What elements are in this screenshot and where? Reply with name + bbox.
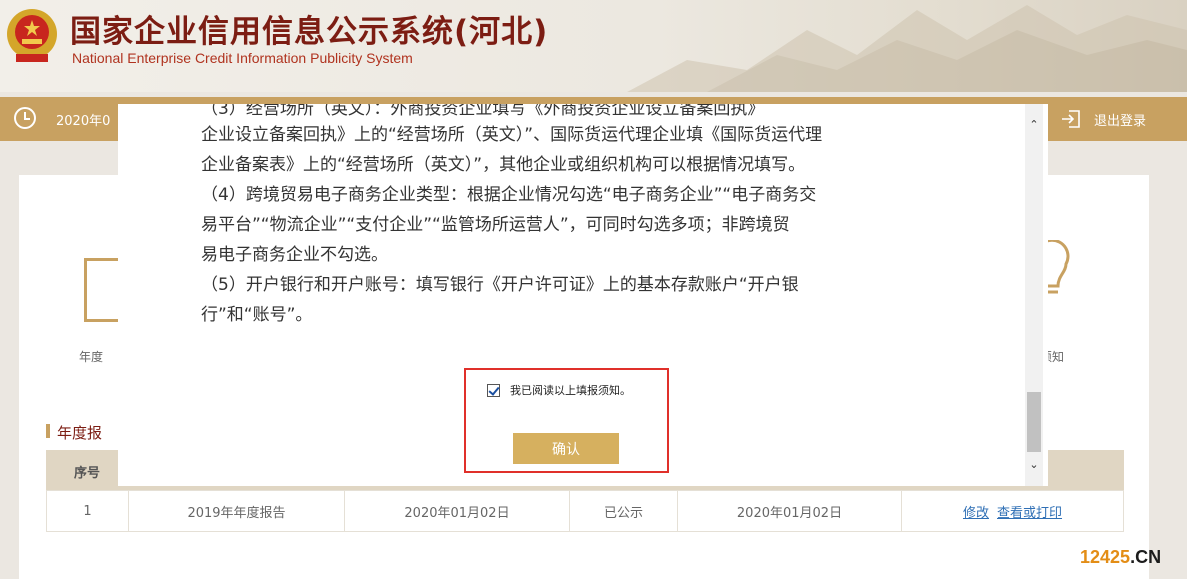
annual-report-card-label: 年度	[79, 350, 104, 364]
logout-icon	[1062, 110, 1080, 128]
cell-report: 2019年年度报告	[129, 491, 345, 531]
site-header: 国家企业信用信息公示系统(河北) National Enterprise Cre…	[0, 0, 1187, 92]
cell-publish-date: 2020年01月02日	[678, 491, 902, 531]
dialog-text-line: 易平台”“物流企业”“支付企业”“监管场所运营人”，可同时勾选多项；非跨境贸	[201, 215, 790, 235]
cell-actions: 修改 查看或打印	[902, 491, 1123, 531]
current-date: 2020年0	[56, 114, 111, 129]
scrollbar-thumb[interactable]	[1027, 392, 1041, 452]
table-row: 1 2019年年度报告 2020年01月02日 已公示 2020年01月02日 …	[46, 490, 1124, 532]
logout-label: 退出登录	[1094, 113, 1147, 129]
section-marker	[46, 424, 50, 438]
cell-submit-date: 2020年01月02日	[345, 491, 570, 531]
scroll-down-chevron-icon[interactable]: ⌄	[1025, 458, 1043, 474]
logout-button[interactable]: 退出登录	[1060, 106, 1146, 132]
dialog-text-line: 行”和“账号”。	[201, 305, 313, 325]
dialog-text-line: 企业备案表》上的“经营场所（英文）”，其他企业或组织机构可以根据情况填写。	[201, 155, 806, 175]
read-confirm-checkbox-row[interactable]: 我已阅读以上填报须知。	[487, 382, 631, 398]
watermark-suffix: .CN	[1130, 547, 1162, 567]
cell-seq: 1	[47, 491, 129, 531]
column-header-seq: 序号	[74, 466, 101, 481]
mountain-banner-image	[627, 5, 1187, 92]
read-confirm-checkbox[interactable]	[487, 383, 500, 397]
national-emblem-icon	[7, 9, 57, 62]
site-title: 国家企业信用信息公示系统(河北)	[70, 14, 549, 50]
dialog-text-line: （5）开户银行和开户账号：填写银行《开户许可证》上的基本存款账户“开户银	[201, 275, 799, 295]
edit-link[interactable]: 修改	[963, 502, 989, 521]
cell-status: 已公示	[570, 491, 678, 531]
section-title: 年度报	[57, 424, 103, 442]
clock-icon	[14, 107, 36, 129]
watermark-number: 12425	[1080, 547, 1131, 567]
dialog-text-line: 企业设立备案回执》上的“经营场所（英文）”、国际货运代理企业填《国际货运代理	[201, 125, 823, 145]
dialog-text-line: （4）跨境贸易电子商务企业类型：根据企业情况勾选“电子商务企业”“电子商务交	[201, 185, 817, 205]
site-subtitle: National Enterprise Credit Information P…	[72, 50, 413, 66]
confirm-button[interactable]: 确认	[513, 433, 619, 464]
scroll-up-chevron-icon[interactable]: ⌃	[1025, 118, 1043, 134]
view-print-link[interactable]: 查看或打印	[997, 502, 1062, 521]
dialog-text-line: 易电子商务企业不勾选。	[201, 245, 388, 265]
dialog-clipped-line: （3）经营场所（英文）：外商投资企业填写《外商投资企业设立备案回执》	[201, 104, 765, 119]
watermark: 12425.CN	[1080, 547, 1161, 568]
dialog-body-text: 企业设立备案回执》上的“经营场所（英文）”、国际货运代理企业填《国际货运代理 企…	[201, 120, 951, 330]
read-confirm-label: 我已阅读以上填报须知。	[510, 384, 631, 397]
